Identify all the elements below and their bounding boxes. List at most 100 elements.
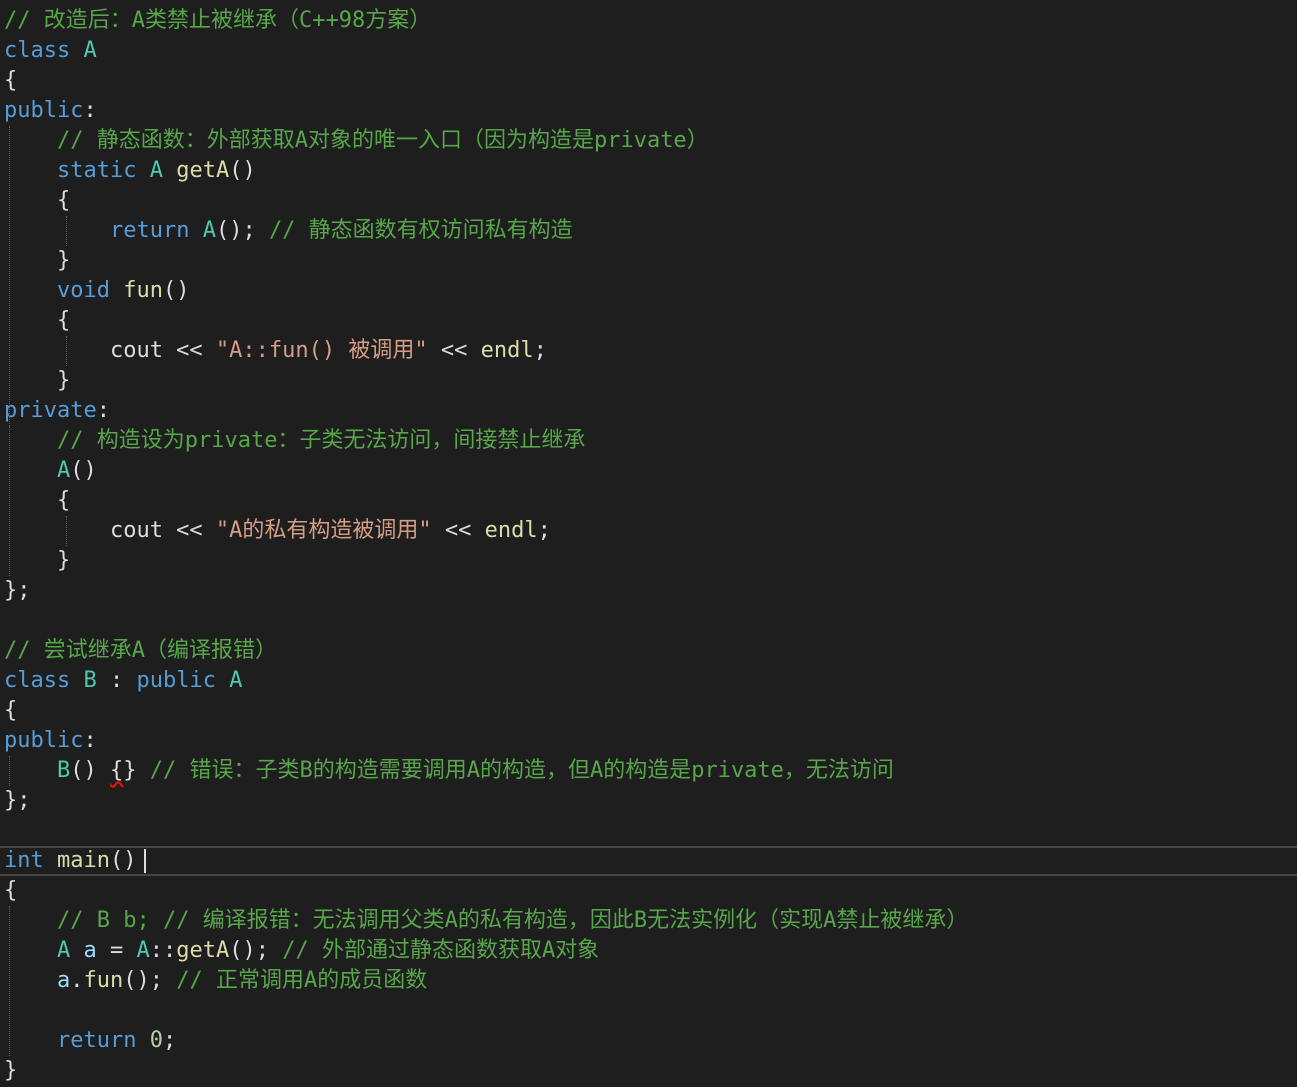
code-token: :: bbox=[149, 938, 177, 963]
code-line[interactable]: } bbox=[0, 366, 1297, 396]
code-line[interactable] bbox=[0, 816, 1297, 846]
code-line[interactable]: class A bbox=[0, 36, 1297, 66]
indent-guide bbox=[66, 216, 67, 246]
code-line[interactable]: // 尝试继承A（编译报错） bbox=[0, 636, 1297, 666]
function-token: getA bbox=[176, 158, 230, 183]
code-line[interactable]: a.fun(); // 正常调用A的成员函数 bbox=[0, 966, 1297, 996]
code-line[interactable]: // 静态函数：外部获取A对象的唯一入口（因为构造是private） bbox=[0, 126, 1297, 156]
text-caret bbox=[144, 849, 147, 873]
keyword-token: void bbox=[56, 278, 110, 303]
code-token: } bbox=[123, 758, 150, 783]
code-token: () bbox=[70, 758, 110, 783]
code-line[interactable]: }; bbox=[0, 576, 1297, 606]
code-token: : bbox=[83, 728, 97, 753]
code-line[interactable] bbox=[0, 996, 1297, 1026]
type-token: B bbox=[56, 758, 71, 783]
code-token: { bbox=[4, 68, 18, 93]
code-token: { bbox=[4, 878, 18, 903]
comment-token: // 静态函数：外部获取A对象的唯一入口（因为构造是private） bbox=[56, 128, 709, 153]
code-line[interactable]: { bbox=[0, 486, 1297, 516]
comment-token: // 静态函数有权访问私有构造 bbox=[268, 218, 573, 243]
keyword-token: class bbox=[4, 668, 71, 693]
keyword-token: return bbox=[109, 218, 190, 243]
code-line[interactable]: return A(); // 静态函数有权访问私有构造 bbox=[0, 216, 1297, 246]
keyword-token: public bbox=[4, 98, 84, 123]
current-code-line[interactable]: int main() bbox=[0, 846, 1297, 876]
code-token: () bbox=[109, 848, 137, 873]
indent-guide bbox=[9, 426, 10, 576]
code-line[interactable]: { bbox=[0, 876, 1297, 906]
code-token: { bbox=[4, 188, 71, 213]
keyword-token: class bbox=[4, 38, 71, 63]
code-line[interactable]: static A getA() bbox=[0, 156, 1297, 186]
code-line[interactable]: { bbox=[0, 186, 1297, 216]
code-token: : bbox=[96, 398, 110, 423]
number-token: 0 bbox=[149, 1028, 163, 1053]
code-line[interactable]: cout << "A的私有构造被调用" << endl; bbox=[0, 516, 1297, 546]
code-token: { bbox=[4, 698, 18, 723]
code-line[interactable]: public: bbox=[0, 96, 1297, 126]
code-line[interactable]: { bbox=[0, 696, 1297, 726]
code-line[interactable]: A() bbox=[0, 456, 1297, 486]
code-line[interactable] bbox=[0, 606, 1297, 636]
code-line[interactable]: return 0; bbox=[0, 1026, 1297, 1056]
code-token: . bbox=[70, 968, 84, 993]
code-token: ; bbox=[162, 1028, 177, 1053]
code-editor[interactable]: // 改造后：A类禁止被继承（C++98方案） class A{public: /… bbox=[0, 0, 1297, 1087]
code-line[interactable]: void fun() bbox=[0, 276, 1297, 306]
code-line[interactable]: private: bbox=[0, 396, 1297, 426]
indent-guide bbox=[9, 906, 10, 1056]
code-line[interactable]: class B : public A bbox=[0, 666, 1297, 696]
type-token: B bbox=[83, 668, 97, 693]
code-line[interactable]: public: bbox=[0, 726, 1297, 756]
code-token: } bbox=[4, 368, 71, 393]
code-line[interactable]: B() {} // 错误：子类B的构造需要调用A的构造，但A的构造是privat… bbox=[0, 756, 1297, 786]
type-token: A bbox=[149, 158, 163, 183]
code-token: ; bbox=[533, 338, 547, 363]
type-token: A bbox=[56, 938, 71, 963]
code-line[interactable]: // B b; // 编译报错：无法调用父类A的私有构造，因此B无法实例化（实现… bbox=[0, 906, 1297, 936]
type-token: A bbox=[83, 38, 97, 63]
function-token: getA bbox=[176, 938, 230, 963]
code-line[interactable]: { bbox=[0, 66, 1297, 96]
comment-token: // 错误：子类B的构造需要调用A的构造，但A的构造是private，无法访问 bbox=[149, 758, 894, 783]
keyword-token: private bbox=[4, 398, 97, 423]
code-token: cout << bbox=[4, 338, 216, 363]
code-token: (); bbox=[215, 218, 269, 243]
code-line[interactable]: }; bbox=[0, 786, 1297, 816]
comment-token: // 改造后：A类禁止被继承（C++98方案） bbox=[4, 8, 432, 33]
code-token: << bbox=[427, 338, 481, 363]
code-line[interactable]: cout << "A::fun() 被调用" << endl; bbox=[0, 336, 1297, 366]
code-token: () bbox=[70, 458, 97, 483]
code-token: ; bbox=[537, 518, 551, 543]
code-line[interactable]: // 改造后：A类禁止被继承（C++98方案） bbox=[0, 6, 1297, 36]
code-line[interactable]: A a = A::getA(); // 外部通过静态函数获取A对象 bbox=[0, 936, 1297, 966]
code-line[interactable]: // 构造设为private：子类无法访问，间接禁止继承 bbox=[0, 426, 1297, 456]
code-line[interactable]: } bbox=[0, 1056, 1297, 1086]
keyword-token: public bbox=[136, 668, 216, 693]
string-token: "A::fun() 被调用" bbox=[215, 338, 428, 363]
error-squiggle-token: { bbox=[109, 758, 124, 783]
code-line[interactable]: } bbox=[0, 246, 1297, 276]
variable-token: a bbox=[56, 968, 71, 993]
code-token: (); bbox=[229, 938, 283, 963]
comment-token: // 正常调用A的成员函数 bbox=[176, 968, 428, 993]
code-token: () bbox=[162, 278, 190, 303]
variable-token: a bbox=[83, 938, 97, 963]
code-line[interactable]: { bbox=[0, 306, 1297, 336]
code-line[interactable]: } bbox=[0, 546, 1297, 576]
keyword-token: public bbox=[4, 728, 84, 753]
function-token: endl bbox=[480, 338, 534, 363]
